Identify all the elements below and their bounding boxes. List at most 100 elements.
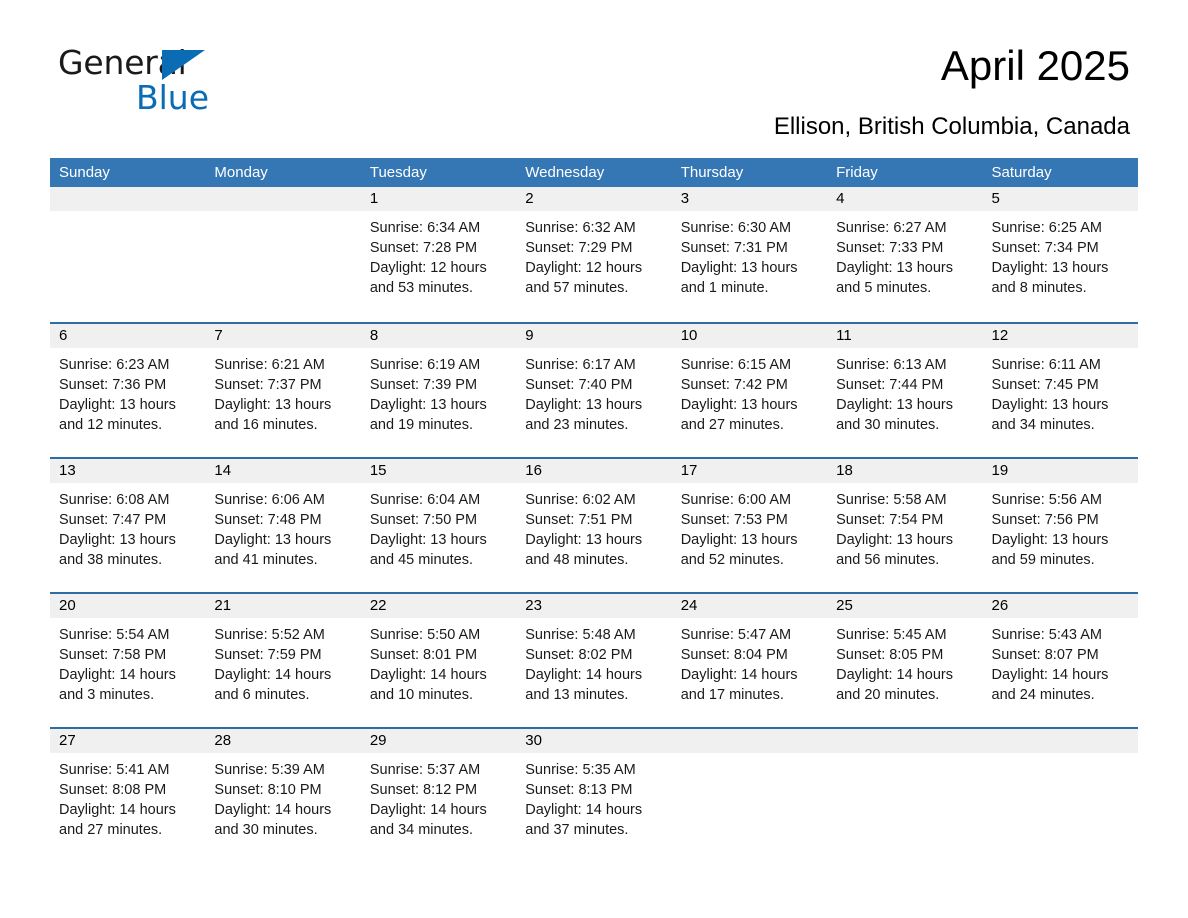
daylight-text: Daylight: 13 hours and 1 minute. [680,260,798,296]
calendar-weeks: 1 Sunrise: 6:34 AM Sunset: 7:28 PM Daylight… [50,187,1138,862]
day-details: Sunrise: 6:11 AM Sunset: 7:45 PM Daylight:… [983,348,1138,435]
day-cell[interactable]: 6 Sunrise: 6:23 AM Sunset: 7:36 PM Daylight… [50,324,206,457]
day-cell[interactable]: 14 Sunrise: 6:06 AM Sunset: 7:48 PM Dayligh… [205,459,361,592]
day-number: 23 [516,594,672,618]
day-number [671,729,828,753]
day-details: Sunrise: 5:47 AM Sunset: 8:04 PM Daylight:… [672,618,827,705]
day-number: 1 [360,187,517,211]
logo-word-blue: Blue [136,78,210,117]
day-cell[interactable]: 8 Sunrise: 6:19 AM Sunset: 7:39 PM Daylight… [360,324,517,457]
sunset-text: Sunset: 7:51 PM [525,512,633,528]
day-cell[interactable]: 15 Sunrise: 6:04 AM Sunset: 7:50 PM Dayligh… [360,459,517,592]
sunset-text: Sunset: 8:01 PM [369,647,478,663]
day-details: Sunrise: 6:15 AM Sunset: 7:42 PM Daylight:… [672,348,827,435]
day-details: Sunrise: 6:34 AM Sunset: 7:28 PM Daylight:… [361,211,516,298]
day-cell[interactable]: 3 Sunrise: 6:30 AM Sunset: 7:31 PM Daylight… [671,187,828,322]
day-number: 16 [516,459,672,483]
calendar-page: General Blue April 2025 Ellison, British… [0,0,1188,918]
weekday-header-saturday: Saturday [991,164,1052,181]
day-cell[interactable]: 29 Sunrise: 5:37 AM Sunset: 8:12 PM Dayligh… [360,729,517,862]
daylight-text: Daylight: 13 hours and 56 minutes. [836,532,953,568]
day-cell[interactable]: 7 Sunrise: 6:21 AM Sunset: 7:37 PM Daylight… [205,324,361,457]
sunrise-text: Sunrise: 6:19 AM [369,357,481,373]
sunrise-text: Sunrise: 5:45 AM [836,627,947,643]
day-cell[interactable]: 23 Sunrise: 5:48 AM Sunset: 8:02 PM Dayligh… [516,594,672,727]
daylight-text: Daylight: 13 hours and 38 minutes. [59,532,176,568]
day-number: 24 [671,594,828,618]
day-cell[interactable]: 12 Sunrise: 6:11 AM Sunset: 7:45 PM Dayligh… [982,324,1138,457]
day-number: 3 [671,187,828,211]
day-cell[interactable]: 19 Sunrise: 5:56 AM Sunset: 7:56 PM Dayligh… [982,459,1138,592]
daylight-text: Daylight: 13 hours and 27 minutes. [680,397,798,433]
day-cell[interactable]: 4 Sunrise: 6:27 AM Sunset: 7:33 PM Daylight… [827,187,983,322]
sunrise-text: Sunrise: 6:25 AM [991,220,1102,236]
day-cell[interactable]: 11 Sunrise: 6:13 AM Sunset: 7:44 PM Dayligh… [827,324,983,457]
daylight-text: Daylight: 14 hours and 34 minutes. [369,802,487,838]
sunset-text: Sunset: 7:28 PM [369,240,478,256]
day-cell-empty [205,187,361,322]
sunrise-text: Sunrise: 5:43 AM [991,627,1102,643]
day-cell[interactable]: 1 Sunrise: 6:34 AM Sunset: 7:28 PM Daylight… [360,187,517,322]
sunrise-text: Sunrise: 5:56 AM [991,492,1102,508]
day-cell[interactable]: 5 Sunrise: 6:25 AM Sunset: 7:34 PM Daylight… [982,187,1138,322]
general-blue-logo[interactable]: General Blue [58,46,358,120]
day-cell[interactable]: 2 Sunrise: 6:32 AM Sunset: 7:29 PM Daylight… [516,187,672,322]
sunrise-text: Sunrise: 6:17 AM [525,357,636,373]
day-details: Sunrise: 5:52 AM Sunset: 7:59 PM Daylight:… [205,618,360,705]
day-cell[interactable]: 30 Sunrise: 5:35 AM Sunset: 8:13 PM Dayligh… [516,729,672,862]
sunset-text: Sunset: 7:31 PM [680,240,788,256]
day-details: Sunrise: 6:30 AM Sunset: 7:31 PM Daylight:… [672,211,827,298]
day-cell[interactable]: 10 Sunrise: 6:15 AM Sunset: 7:42 PM Dayligh… [671,324,828,457]
day-cell[interactable]: 27 Sunrise: 5:41 AM Sunset: 8:08 PM Dayligh… [50,729,206,862]
daylight-text: Daylight: 14 hours and 30 minutes. [214,802,332,838]
day-cell-empty [827,729,983,862]
day-cell[interactable]: 18 Sunrise: 5:58 AM Sunset: 7:54 PM Dayligh… [827,459,983,592]
day-cell[interactable]: 16 Sunrise: 6:02 AM Sunset: 7:51 PM Dayligh… [516,459,672,592]
day-cell[interactable]: 9 Sunrise: 6:17 AM Sunset: 7:40 PM Daylight… [516,324,672,457]
day-details: Sunrise: 5:56 AM Sunset: 7:56 PM Daylight:… [983,483,1138,570]
sunset-text: Sunset: 7:45 PM [991,377,1099,393]
day-details: Sunrise: 6:21 AM Sunset: 7:37 PM Daylight:… [205,348,360,435]
sunset-text: Sunset: 7:47 PM [59,512,167,528]
sunset-text: Sunset: 8:12 PM [369,782,478,798]
day-details: Sunrise: 6:13 AM Sunset: 7:44 PM Daylight:… [827,348,982,435]
day-cell[interactable]: 17 Sunrise: 6:00 AM Sunset: 7:53 PM Dayligh… [671,459,828,592]
daylight-text: Daylight: 13 hours and 16 minutes. [214,397,332,433]
day-number: 21 [205,594,361,618]
day-cell[interactable]: 22 Sunrise: 5:50 AM Sunset: 8:01 PM Dayligh… [360,594,517,727]
day-cell[interactable]: 20 Sunrise: 5:54 AM Sunset: 7:58 PM Dayligh… [50,594,206,727]
page-title: April 2025 [940,42,1130,89]
day-cell[interactable]: 26 Sunrise: 5:43 AM Sunset: 8:07 PM Dayligh… [982,594,1138,727]
daylight-text: Daylight: 13 hours and 12 minutes. [59,397,176,433]
sunset-text: Sunset: 7:42 PM [680,377,788,393]
day-details: Sunrise: 6:08 AM Sunset: 7:47 PM Daylight:… [50,483,205,570]
day-number: 20 [50,594,206,618]
day-number: 25 [827,594,983,618]
sunset-text: Sunset: 8:10 PM [214,782,322,798]
day-number: 19 [982,459,1138,483]
sunrise-text: Sunrise: 5:47 AM [680,627,792,643]
day-number: 4 [827,187,983,211]
day-cell[interactable]: 21 Sunrise: 5:52 AM Sunset: 7:59 PM Dayligh… [205,594,361,727]
sunset-text: Sunset: 7:59 PM [214,647,322,663]
day-cell[interactable]: 24 Sunrise: 5:47 AM Sunset: 8:04 PM Dayligh… [671,594,828,727]
day-number [50,187,206,211]
daylight-text: Daylight: 14 hours and 10 minutes. [369,667,487,703]
weekday-header-monday: Monday [214,164,268,181]
sunrise-text: Sunrise: 5:52 AM [214,627,325,643]
day-number [205,187,361,211]
sunrise-text: Sunrise: 5:39 AM [214,762,325,778]
daylight-text: Daylight: 14 hours and 6 minutes. [214,667,332,703]
sunrise-text: Sunrise: 6:23 AM [59,357,170,373]
day-number: 28 [205,729,361,753]
logo-triangle-icon [162,50,205,80]
day-details: Sunrise: 6:00 AM Sunset: 7:53 PM Daylight:… [672,483,827,570]
day-details: Sunrise: 5:48 AM Sunset: 8:02 PM Daylight:… [516,618,671,705]
sunrise-text: Sunrise: 6:02 AM [525,492,636,508]
day-number: 12 [982,324,1138,348]
day-cell[interactable]: 28 Sunrise: 5:39 AM Sunset: 8:10 PM Dayligh… [205,729,361,862]
day-cell[interactable]: 25 Sunrise: 5:45 AM Sunset: 8:05 PM Dayligh… [827,594,983,727]
sunrise-text: Sunrise: 6:04 AM [369,492,481,508]
day-cell[interactable]: 13 Sunrise: 6:08 AM Sunset: 7:47 PM Dayligh… [50,459,206,592]
sunrise-text: Sunrise: 5:41 AM [59,762,170,778]
